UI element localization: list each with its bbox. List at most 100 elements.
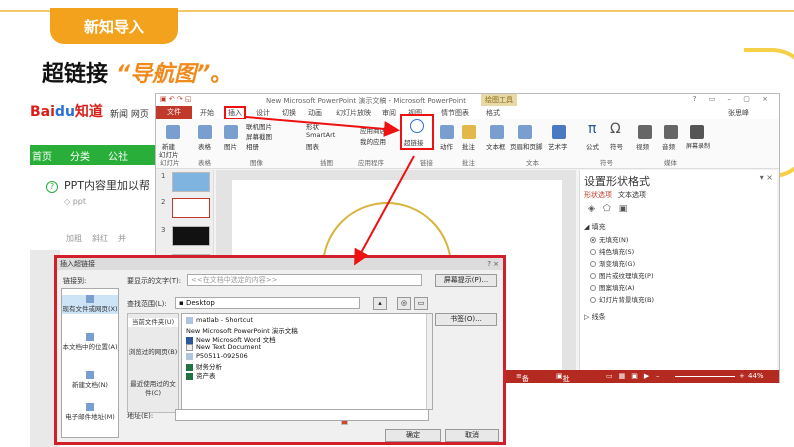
tab-shape-options[interactable]: 形状选项 — [584, 191, 612, 199]
baidu-logo[interactable]: Baidu知道 — [30, 101, 103, 121]
fill-option-gradient[interactable]: 渐变填充(G) — [590, 258, 635, 268]
screen-tip-button[interactable]: 屏幕提示(P)... — [435, 274, 497, 287]
shapes-label[interactable]: 形状 — [306, 121, 319, 131]
radio-icon — [590, 249, 596, 255]
list-item[interactable]: P50511-092506 — [186, 352, 248, 360]
list-item[interactable]: New Text Document — [186, 343, 261, 351]
bookmark-button[interactable]: 书签(O)... — [435, 313, 497, 326]
tab-file[interactable]: 文件 — [156, 106, 192, 119]
tab-text-options[interactable]: 文本选项 — [618, 191, 646, 199]
file-name: 资产表 — [196, 372, 216, 380]
fill-option-picture[interactable]: 图片或纹理填充(P) — [590, 270, 654, 280]
screenshot-label[interactable]: 屏幕截图 — [246, 131, 272, 141]
logo-right: 知道 — [74, 104, 103, 120]
pentagon-icon[interactable]: ⬠ — [603, 204, 619, 214]
list-item[interactable]: matlab - Shortcut — [186, 316, 253, 324]
link-to-place-in-doc[interactable]: 本文档中的位置(A) — [62, 333, 118, 352]
image-file-icon — [186, 352, 193, 360]
hyperlink-button[interactable]: 超链接 — [400, 114, 434, 150]
location-recent-files[interactable]: 最近使用过的文件(C) — [128, 380, 178, 398]
action-icon[interactable] — [440, 125, 454, 139]
slide-thumb-1[interactable] — [172, 172, 210, 192]
link-to-new-doc[interactable]: 新建文档(N) — [62, 371, 118, 390]
tab-review[interactable]: 审阅 — [382, 108, 396, 118]
tab-home[interactable]: 开始 — [200, 108, 214, 118]
fill-option-none[interactable]: 无填充(N) — [590, 234, 628, 244]
cancel-button[interactable]: 取消 — [445, 429, 499, 442]
radio-icon — [590, 297, 596, 303]
textbox-icon[interactable] — [490, 125, 504, 139]
wordart-icon[interactable] — [552, 125, 566, 139]
online-picture-label[interactable]: 联机图片 — [246, 121, 272, 131]
dialog-window-controls[interactable]: ? × — [487, 258, 499, 270]
video-icon[interactable] — [638, 125, 652, 139]
fill-option-pattern[interactable]: 图案填充(A) — [590, 282, 635, 292]
location-browsed-pages[interactable]: 浏览过的网页(B) — [128, 348, 178, 357]
table-icon[interactable] — [198, 125, 212, 139]
tab-slideshow[interactable]: 幻灯片放映 — [336, 108, 371, 118]
comment-icon[interactable] — [462, 125, 476, 139]
size-icon[interactable]: ▣ — [619, 204, 636, 214]
look-in-select[interactable]: ▪ Desktop — [175, 297, 360, 309]
fill-option-background[interactable]: 幻灯片背景填充(B) — [590, 294, 654, 304]
view-buttons[interactable]: ▭▦▣▶ — [606, 372, 655, 380]
fill-bucket-icon[interactable]: ◈ — [588, 204, 603, 214]
pane-close-icon[interactable]: ▾ × — [760, 173, 773, 182]
slide-thumb-3[interactable] — [172, 226, 210, 246]
user-name[interactable]: 张思峰 — [728, 108, 749, 118]
nav-community[interactable]: 公社 — [108, 148, 128, 163]
browse-file-icon[interactable]: ▭ — [414, 297, 428, 310]
slide-thumb-2[interactable] — [172, 198, 210, 218]
fill-section-header[interactable]: ◢ 填充 — [584, 222, 606, 232]
zoom-level[interactable]: 44% — [748, 372, 764, 380]
baidu-nav[interactable]: 新闻 网页 — [110, 107, 149, 120]
audio-icon[interactable] — [664, 125, 678, 139]
tab-animations[interactable]: 动画 — [308, 108, 322, 118]
question-title[interactable]: ? PPT内容里加以帮 — [46, 177, 150, 193]
fill-option-solid[interactable]: 纯色填充(S) — [590, 246, 634, 256]
link-to-existing-file[interactable]: 现有文件或网页(X) — [62, 295, 118, 314]
zoom-in-icon[interactable]: + — [739, 372, 745, 380]
window-controls[interactable]: ? ▭ – ▢ × — [693, 95, 773, 103]
tab-transitions[interactable]: 切换 — [282, 108, 296, 118]
tab-chart[interactable]: 情节图表 — [441, 108, 469, 118]
nav-home[interactable]: 首页 — [32, 148, 52, 163]
quick-access-toolbar[interactable]: ▣ ↶ ↷ ◱ — [160, 95, 192, 103]
display-text-input[interactable]: <<在文档中选定的内容>> — [187, 274, 422, 286]
symbol-icon[interactable]: Ω — [610, 121, 621, 137]
nav-category[interactable]: 分类 — [70, 148, 90, 163]
picture-icon[interactable] — [224, 125, 238, 139]
screen-record-icon[interactable] — [690, 125, 704, 139]
zoom-out-icon[interactable]: – — [656, 372, 660, 380]
tab-insert[interactable]: 插入 — [224, 106, 246, 120]
line-section-header[interactable]: ▷ 线条 — [584, 312, 606, 322]
address-input[interactable] — [175, 409, 429, 421]
browse-web-icon[interactable]: ◎ — [397, 297, 411, 310]
my-apps-label[interactable]: 我的应用 — [360, 136, 386, 146]
location-current-folder[interactable]: 当前文件夹(U) — [128, 318, 178, 327]
action-bold[interactable]: 加粗 — [66, 233, 82, 244]
tab-design[interactable]: 设计 — [256, 108, 270, 118]
list-item[interactable]: 资产表 — [186, 370, 216, 380]
link-to-email[interactable]: 电子邮件地址(M) — [62, 403, 118, 422]
question-tag[interactable]: ◇ ppt — [64, 197, 86, 206]
ok-button[interactable]: 确定 — [385, 429, 441, 442]
question-text: PPT内容里加以帮 — [64, 179, 150, 192]
zoom-slider[interactable] — [675, 376, 735, 377]
action-red[interactable]: 斜红 — [92, 233, 108, 244]
store-label[interactable]: 应用商店 — [360, 125, 386, 135]
notes-button[interactable]: ≡ 备注 — [516, 372, 529, 393]
tab-format[interactable]: 格式 — [486, 108, 500, 118]
file-list-scrollbar[interactable] — [426, 314, 432, 409]
equation-icon[interactable]: π — [588, 121, 596, 137]
comments-label: 批注 — [562, 375, 570, 393]
smartart-label[interactable]: SmartArt — [306, 131, 335, 139]
comments-button[interactable]: ▣ 批注 — [556, 372, 570, 393]
radio-icon — [590, 285, 596, 291]
header-footer-icon[interactable] — [518, 125, 532, 139]
album-label[interactable]: 相册 — [246, 141, 259, 151]
new-slide-icon[interactable] — [166, 125, 180, 139]
chart-label[interactable]: 图表 — [306, 141, 319, 151]
action-more[interactable]: 并 — [118, 233, 126, 244]
folder-up-icon[interactable]: ▴ — [373, 297, 387, 310]
